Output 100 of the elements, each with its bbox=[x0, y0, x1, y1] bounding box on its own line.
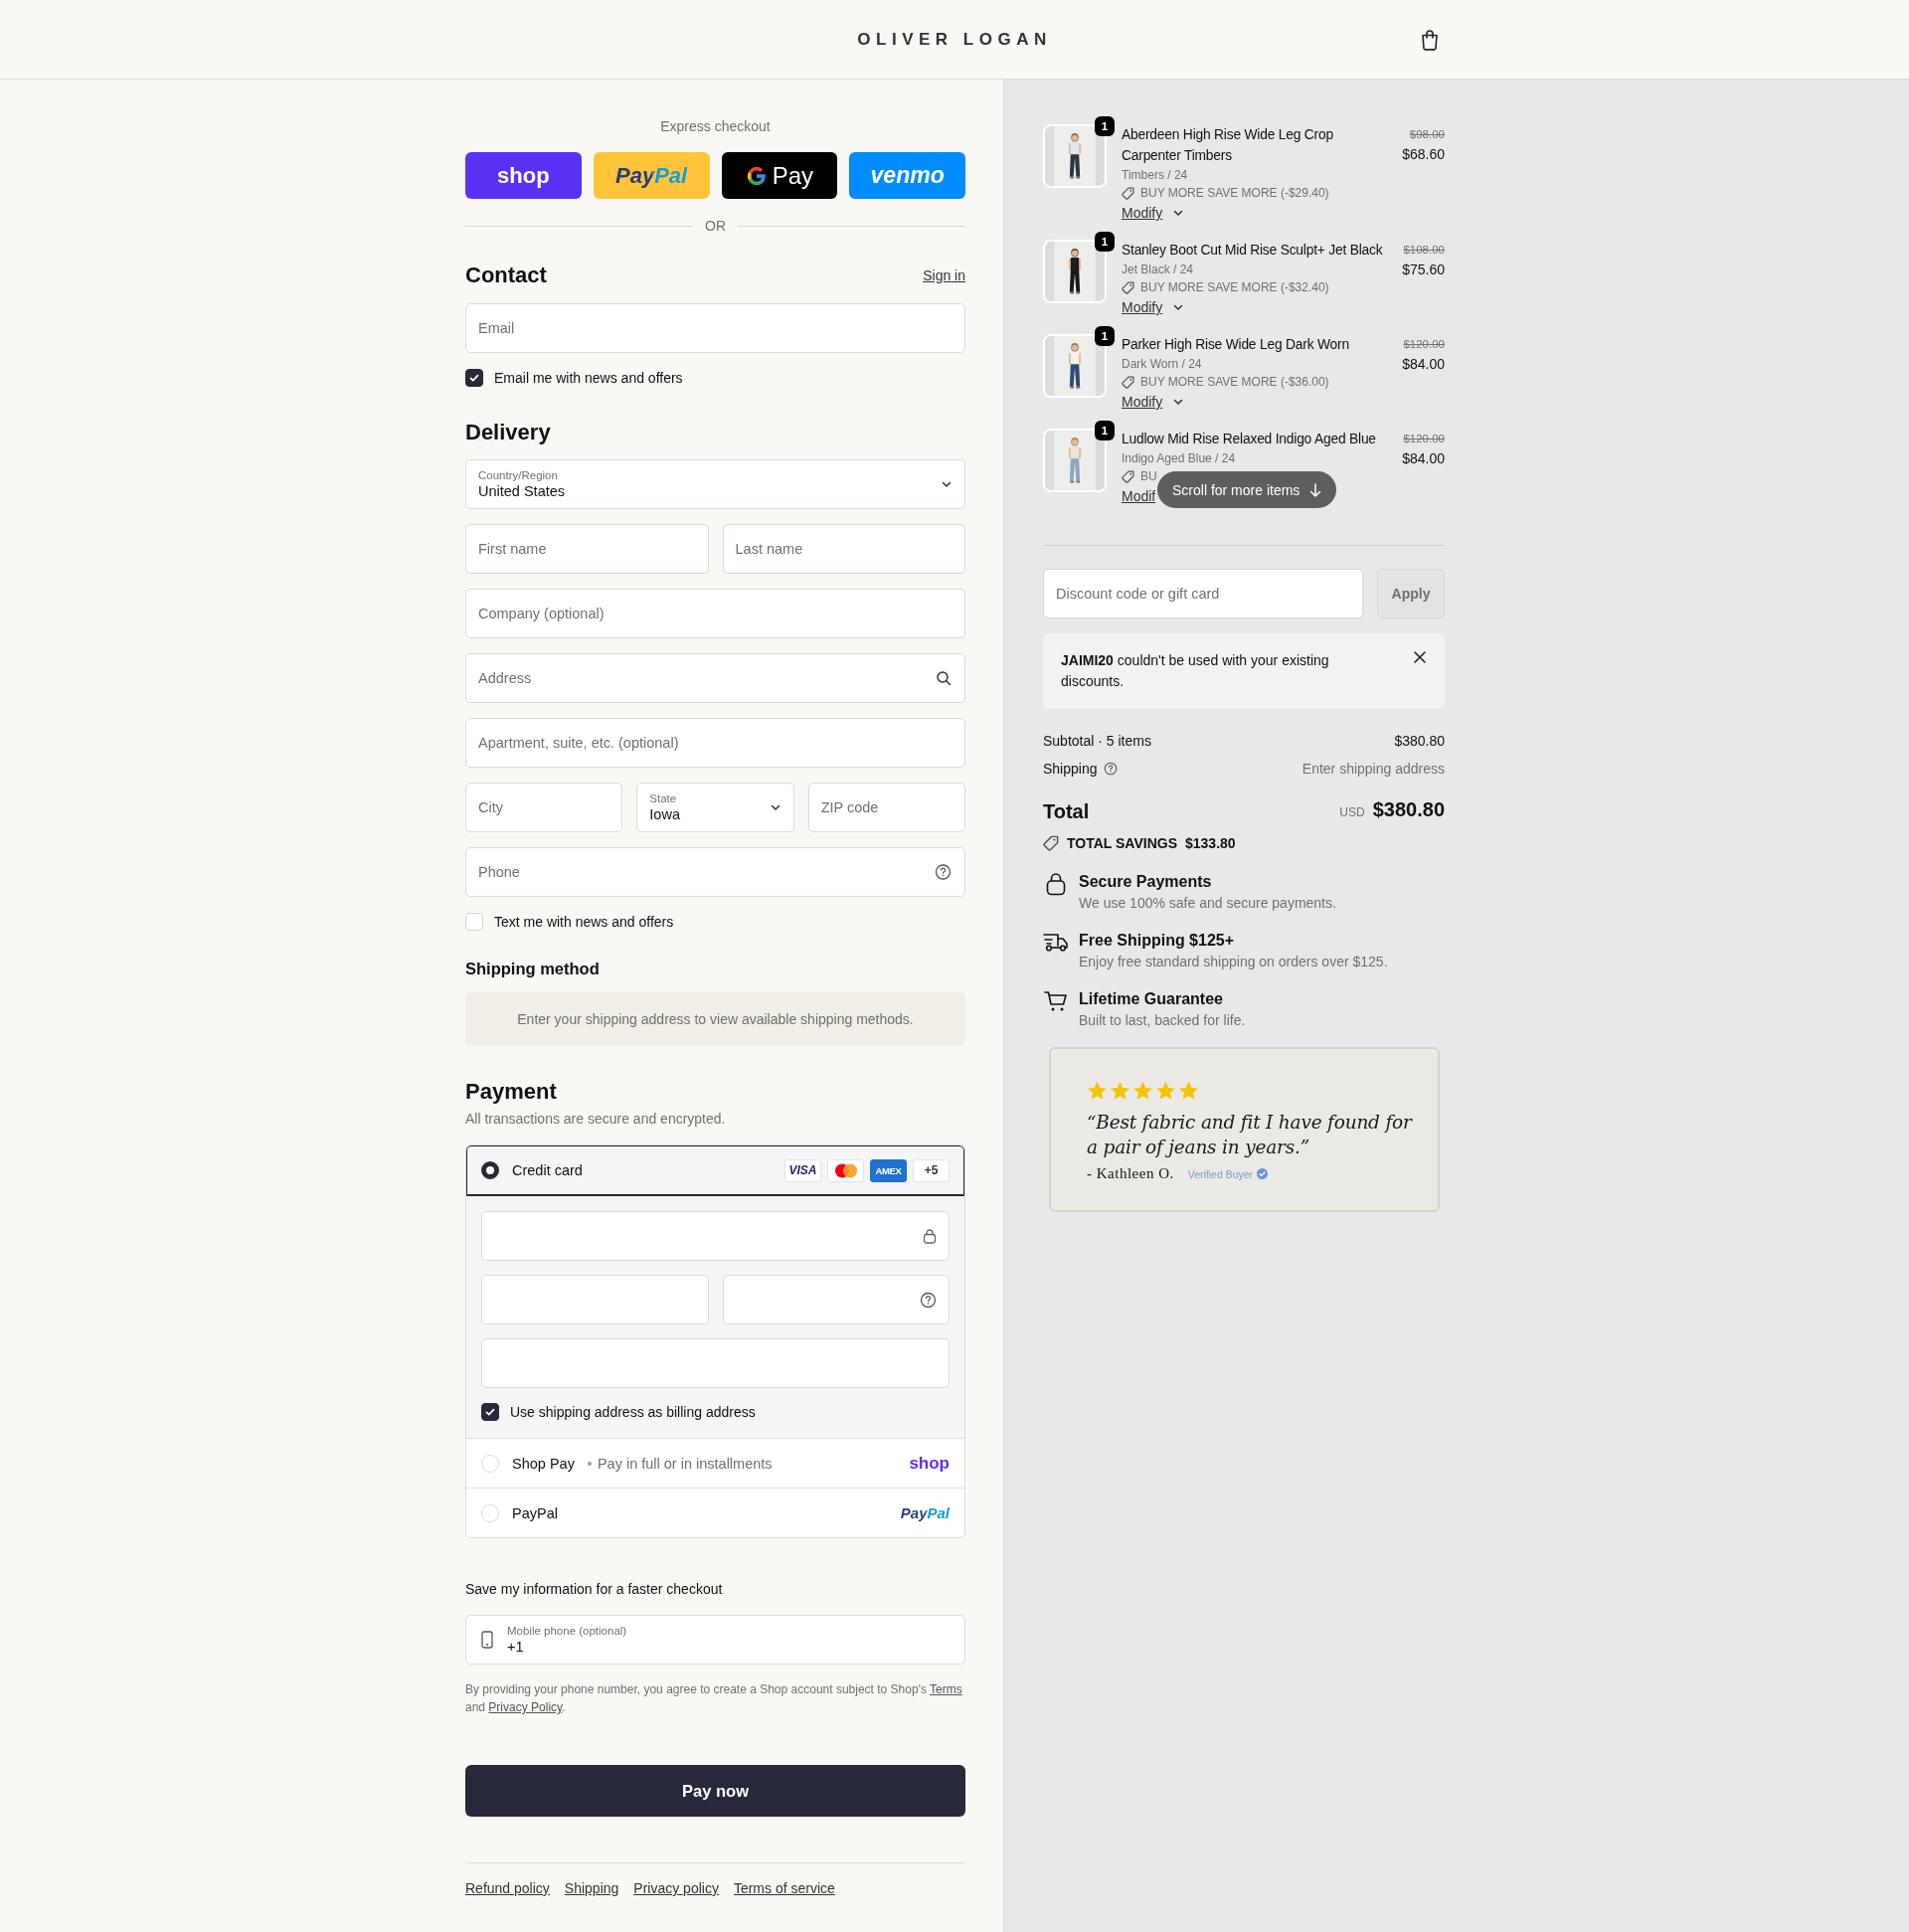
quantity-badge: 1 bbox=[1095, 326, 1115, 346]
card-input-field[interactable] bbox=[481, 1275, 709, 1324]
original-price: $120.00 bbox=[1402, 432, 1445, 446]
payment-option[interactable]: PayPal PayPal bbox=[466, 1488, 964, 1537]
lock-icon bbox=[923, 1228, 937, 1244]
paypal-button[interactable]: PayPal bbox=[593, 152, 710, 199]
check-icon bbox=[468, 372, 480, 384]
product-title: Stanley Boot Cut Mid Rise Sculpt+ Jet Black bbox=[1122, 242, 1384, 260]
checkbox[interactable] bbox=[481, 1403, 499, 1421]
visa-logo: VISA bbox=[784, 1158, 821, 1182]
discount-label: BUY MORE SAVE MORE (-$29.40) bbox=[1140, 185, 1329, 202]
quantity-badge: 1 bbox=[1095, 421, 1115, 440]
input-field[interactable]: Company (optional) bbox=[465, 589, 965, 638]
overlapping-circles-icon bbox=[833, 1162, 858, 1178]
checkbox[interactable] bbox=[465, 369, 483, 387]
section-heading: Shipping method bbox=[465, 959, 601, 978]
shop-button[interactable]: shop bbox=[465, 152, 582, 199]
summary-value: $380.80 bbox=[1394, 732, 1445, 751]
section-heading: Payment bbox=[465, 1079, 558, 1105]
discount-label: BUY MORE SAVE MORE (-$36.00) bbox=[1140, 374, 1329, 391]
help-icon bbox=[1103, 762, 1118, 776]
notice-text: JAIMI20 couldn't be used with your existing discounts. bbox=[1061, 651, 1330, 691]
select-field[interactable]: State Iowa bbox=[636, 783, 794, 832]
original-price: $120.00 bbox=[1402, 337, 1445, 352]
check-icon bbox=[484, 1406, 496, 1418]
product-title: Parker High Rise Wide Leg Dark Worn bbox=[1122, 336, 1350, 354]
payment-option[interactable]: Credit card VISA AMEX +5 bbox=[466, 1145, 964, 1195]
input-field[interactable]: City bbox=[465, 783, 623, 832]
product-variant: Timbers / 24 bbox=[1122, 167, 1189, 184]
arrow-down-icon bbox=[1309, 482, 1322, 497]
footer-link[interactable]: Privacy policy bbox=[633, 1879, 719, 1897]
more-brands-count: +5 bbox=[913, 1158, 950, 1182]
input-field[interactable]: First name bbox=[465, 524, 709, 574]
total-amount: $380.80 bbox=[1372, 797, 1445, 822]
modify-link[interactable]: Modify bbox=[1122, 205, 1163, 221]
select-field[interactable]: Country/Region United States bbox=[465, 459, 965, 509]
review-author: - Kathleen O. bbox=[1087, 1165, 1174, 1182]
total-label: Total bbox=[1043, 798, 1090, 824]
checkbox-label: Email me with news and offers bbox=[494, 370, 683, 386]
verified-label: Verified Buyer bbox=[1187, 1167, 1254, 1180]
quantity-badge: 1 bbox=[1095, 232, 1115, 252]
input-field[interactable]: Mobile phone (optional) +1 bbox=[465, 1615, 965, 1665]
section-label: Save my information for a faster checkout bbox=[465, 1580, 724, 1598]
help-icon bbox=[920, 1291, 937, 1309]
lock-icon bbox=[1046, 872, 1066, 896]
star-icon bbox=[1132, 1081, 1153, 1101]
input-field[interactable]: Address bbox=[465, 653, 965, 703]
shopping-bag-icon[interactable] bbox=[1420, 28, 1440, 51]
section-heading: Delivery bbox=[465, 420, 551, 445]
currency-code: USD bbox=[1339, 804, 1365, 821]
separator-dot bbox=[587, 1461, 592, 1466]
star-icon bbox=[1178, 1081, 1199, 1101]
close-icon[interactable] bbox=[1413, 650, 1427, 664]
input-field[interactable]: Email bbox=[465, 303, 965, 353]
truck-icon bbox=[1043, 931, 1069, 953]
sign-in-link[interactable]: Sign in bbox=[923, 267, 965, 283]
tag-icon bbox=[1122, 376, 1134, 389]
payment-option[interactable]: Shop Pay Pay in full or in installments shop bbox=[466, 1438, 964, 1488]
input-field[interactable]: Phone bbox=[465, 847, 965, 897]
product-title: Aberdeen High Rise Wide Leg Crop Carpenter Timbers bbox=[1122, 126, 1334, 165]
modify-link[interactable]: Modify bbox=[1122, 299, 1163, 315]
feature-title: Free Shipping $125+ bbox=[1079, 931, 1236, 951]
product-title: Ludlow Mid Rise Relaxed Indigo Aged Blue bbox=[1122, 431, 1377, 448]
input-field[interactable]: Apartment, suite, etc. (optional) bbox=[465, 718, 965, 768]
tag-icon bbox=[1122, 470, 1134, 483]
sale-price: $68.60 bbox=[1401, 145, 1445, 163]
input-field[interactable]: Last name bbox=[722, 524, 965, 574]
info-message: Enter your shipping address to view available shipping methods. bbox=[465, 992, 965, 1046]
feature-title: Lifetime Guarantee bbox=[1079, 989, 1224, 1009]
feature-title: Secure Payments bbox=[1079, 872, 1213, 892]
modify-link[interactable]: Modify bbox=[1122, 394, 1163, 410]
radio-button[interactable] bbox=[481, 1161, 499, 1179]
modify-link[interactable]: Modif bbox=[1122, 488, 1156, 504]
feature-text: Enjoy free standard shipping on orders over $125. bbox=[1079, 953, 1388, 970]
section-subtitle: All transactions are secure and encrypted. bbox=[465, 1110, 727, 1128]
input-field[interactable]: ZIP code bbox=[807, 783, 965, 832]
star-icon bbox=[1155, 1081, 1176, 1101]
search-icon bbox=[936, 670, 952, 686]
pay-now-button[interactable]: Pay now bbox=[465, 1765, 965, 1817]
tag-icon bbox=[1122, 187, 1134, 200]
text-link[interactable]: Terms bbox=[930, 1682, 962, 1696]
footer-link[interactable]: Shipping bbox=[564, 1879, 619, 1897]
scroll-hint-button[interactable]: Scroll for more items bbox=[1157, 471, 1337, 508]
checkbox-label: Use shipping address as billing address bbox=[510, 1404, 756, 1420]
section-label: Express checkout bbox=[659, 117, 772, 135]
input-field[interactable]: Discount code or gift card bbox=[1043, 569, 1363, 618]
google-pay-button[interactable]: Pay bbox=[721, 152, 838, 199]
g-logo-icon bbox=[745, 164, 768, 187]
product-variant: Dark Worn / 24 bbox=[1122, 356, 1203, 373]
footer-link[interactable]: Terms of service bbox=[733, 1879, 835, 1897]
savings-label: TOTAL SAVINGS bbox=[1067, 834, 1177, 853]
legal-text: By providing your phone number, you agree to create a Shop account subject to Shop's Terms and Privacy Policy. bbox=[465, 1681, 963, 1716]
feature-text: We use 100% safe and secure payments. bbox=[1079, 894, 1336, 912]
card-input-field[interactable] bbox=[722, 1275, 950, 1324]
store-logo[interactable]: OLIVER LOGAN bbox=[857, 29, 1052, 50]
summary-label: Subtotal · 5 items bbox=[1043, 732, 1151, 751]
phone-icon bbox=[481, 1631, 493, 1649]
card-input-field[interactable] bbox=[481, 1211, 950, 1261]
footer-link[interactable]: Refund policy bbox=[465, 1879, 550, 1897]
card-input-field[interactable] bbox=[481, 1338, 950, 1388]
